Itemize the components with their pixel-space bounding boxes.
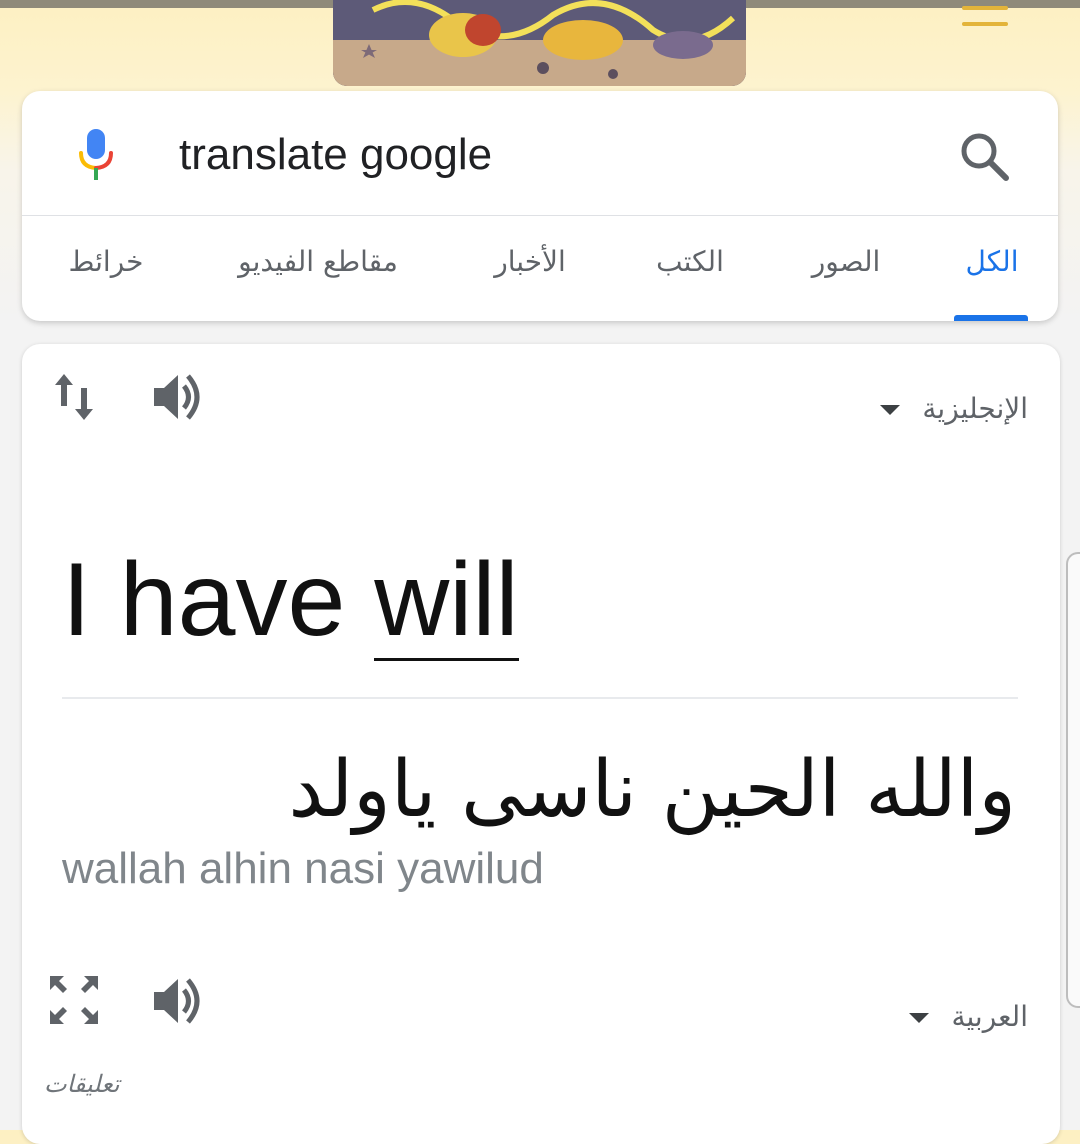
tab-videos[interactable]: مقاطع الفيديو [238,245,398,278]
search-tabs: الكل الصور الكتب الأخبار مقاطع الفيديو خ… [22,215,1058,321]
tab-books[interactable]: الكتب [656,245,724,278]
swap-languages-icon[interactable] [52,370,96,428]
translated-text: والله الحين ناسى ياولد [288,745,1016,835]
search-input[interactable]: translate google [179,127,492,183]
hamburger-menu-icon[interactable] [962,6,1008,30]
dropdown-caret-icon [909,1013,930,1023]
microphone-icon[interactable] [76,127,116,183]
search-card: translate google الكل الصور الكتب الأخبا… [22,91,1058,321]
target-language-select[interactable]: العربية [909,1000,1028,1033]
target-speaker-icon[interactable] [150,974,206,1032]
tab-all[interactable]: الكل [966,245,1019,278]
active-tab-indicator [954,315,1028,321]
google-doodle[interactable] [333,0,746,86]
expand-fullscreen-icon[interactable] [48,974,100,1030]
transliteration-text: wallah alhin nasi yawilud [62,844,544,893]
target-language-label: العربية [951,1000,1028,1033]
source-language-select[interactable]: الإنجليزية [880,392,1028,425]
tab-maps[interactable]: خرائط [69,245,144,278]
source-text[interactable]: I have will [62,540,519,661]
source-speaker-icon[interactable] [150,370,206,428]
divider [62,697,1018,699]
search-icon[interactable] [957,129,1013,185]
source-language-label: الإنجليزية [922,392,1028,425]
tab-news[interactable]: الأخبار [494,245,566,278]
source-text-highlighted-word[interactable]: will [374,542,519,661]
source-text-prefix: I have [62,542,375,658]
side-panel-handle[interactable] [1066,552,1080,1008]
search-bar: translate google [22,91,1058,216]
feedback-link[interactable]: تعليقات [44,1070,120,1098]
translate-widget: الإنجليزية I have will والله الحين ناسى … [22,344,1060,1144]
dropdown-caret-icon [880,405,901,415]
tab-images[interactable]: الصور [812,245,881,278]
